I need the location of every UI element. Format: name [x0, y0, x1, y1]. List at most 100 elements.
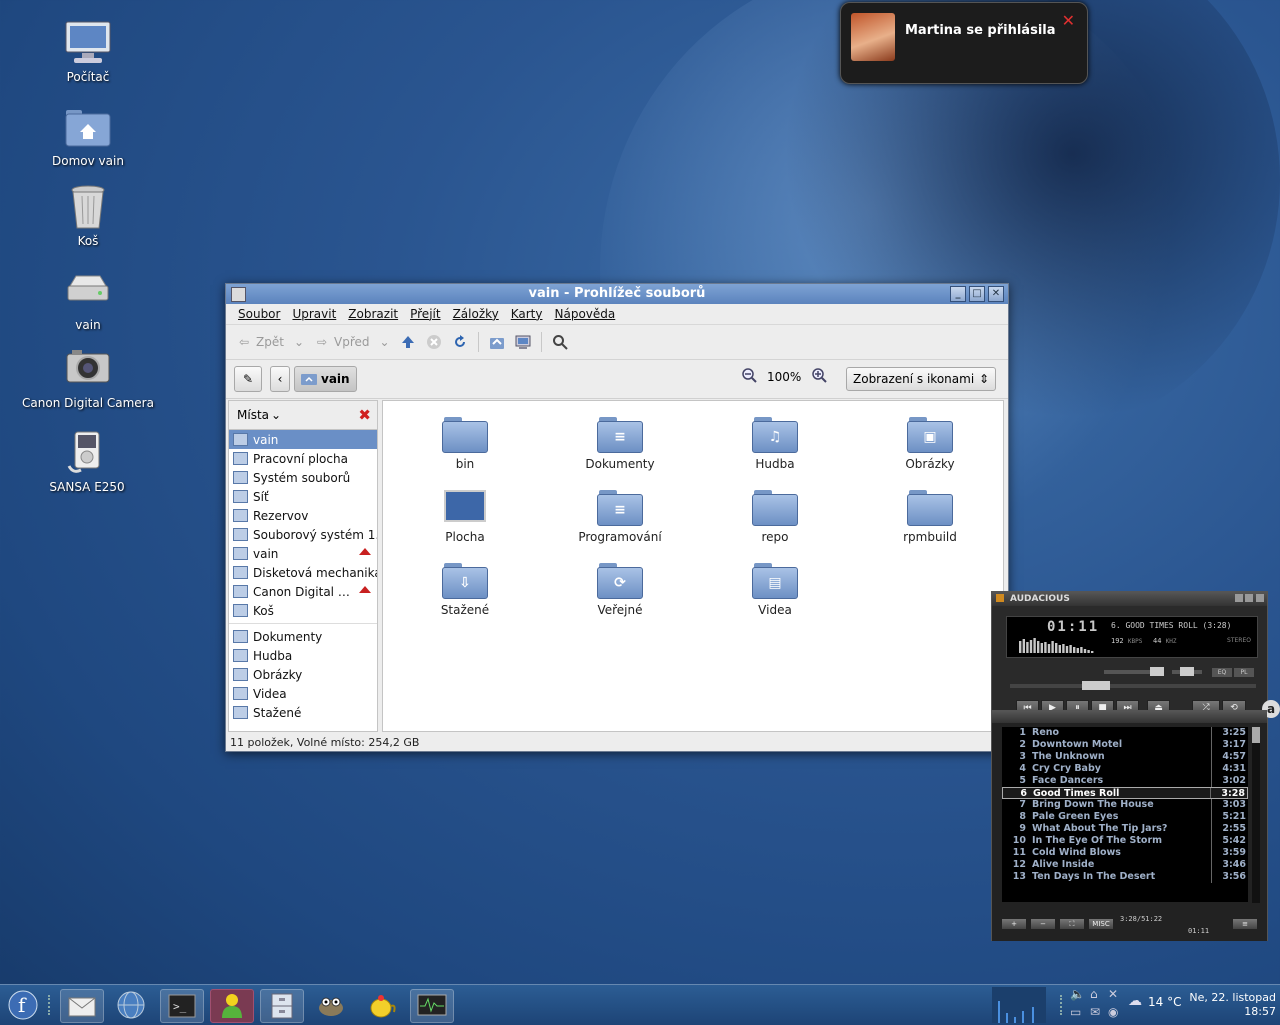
add-button[interactable]: +: [1002, 919, 1026, 929]
sidebar-item[interactable]: Obrázky: [229, 665, 377, 684]
playback-time[interactable]: 01:11: [1047, 619, 1099, 635]
chevron-down-icon[interactable]: ⌄: [271, 408, 281, 422]
playlist-titlebar[interactable]: [992, 711, 1267, 723]
sidebar-type-select[interactable]: Místa: [237, 408, 269, 422]
playlist-toggle[interactable]: PL: [1234, 668, 1254, 677]
misc-button[interactable]: MISC: [1089, 919, 1113, 929]
reload-button[interactable]: [452, 334, 468, 350]
messenger-launcher[interactable]: [210, 989, 254, 1023]
edit-location-button[interactable]: ✎: [234, 366, 262, 392]
sidebar-item[interactable]: Pracovní plocha: [229, 449, 377, 468]
sidebar-item[interactable]: Hudba: [229, 646, 377, 665]
audacious-minimize-button[interactable]: [1235, 594, 1243, 602]
system-monitor-launcher[interactable]: [410, 989, 454, 1023]
close-sidebar-icon[interactable]: ✖: [358, 406, 371, 424]
playlist-track[interactable]: 8 Pale Green Eyes 5:21: [1002, 811, 1248, 823]
eq-toggle[interactable]: EQ: [1212, 668, 1232, 677]
volume-slider[interactable]: [1104, 667, 1164, 676]
playlist-track[interactable]: 5 Face Dancers 3:02: [1002, 775, 1248, 787]
tools-icon[interactable]: ✕: [1108, 987, 1118, 1001]
minimize-button[interactable]: _: [950, 286, 966, 302]
playlist-track[interactable]: 4 Cry Cry Baby 4:31: [1002, 763, 1248, 775]
menu-karty[interactable]: Karty: [505, 307, 549, 321]
folder-item[interactable]: ⟳ Veřejné: [550, 561, 690, 617]
menu-soubor[interactable]: Soubor: [232, 307, 286, 321]
search-button[interactable]: [552, 334, 568, 350]
volume-icon[interactable]: 🔈: [1070, 987, 1085, 1001]
mail-launcher[interactable]: [60, 989, 104, 1023]
folder-item[interactable]: Plocha: [395, 488, 535, 544]
taskbar-handle[interactable]: [48, 995, 52, 1015]
folder-item[interactable]: ⇩ Stažené: [395, 561, 535, 617]
window-titlebar[interactable]: vain - Prohlížeč souborů _ □ ✕: [226, 284, 1008, 304]
chevron-down-icon[interactable]: ⌄: [380, 335, 390, 349]
playlist-track[interactable]: 12 Alive Inside 3:46: [1002, 859, 1248, 871]
playlist-track[interactable]: 11 Cold Wind Blows 3:59: [1002, 847, 1248, 859]
display-icon[interactable]: ▭: [1070, 1005, 1081, 1019]
breadcrumb[interactable]: vain: [294, 366, 357, 392]
folder-item[interactable]: ▣ Obrázky: [860, 415, 1000, 471]
audacious-menu-icon[interactable]: [996, 594, 1004, 602]
playlist-track[interactable]: 6 Good Times Roll 3:28: [1002, 787, 1248, 799]
sidebar-item[interactable]: Disketová mechanika: [229, 563, 377, 582]
clock[interactable]: Ne, 22. listopad 18:57: [1189, 991, 1276, 1019]
playlist-track[interactable]: 7 Bring Down The House 3:03: [1002, 799, 1248, 811]
audacious-shade-button[interactable]: [1245, 594, 1253, 602]
forward-button[interactable]: ⇨ Vpřed: [314, 334, 370, 350]
path-back-button[interactable]: ‹: [270, 366, 290, 392]
eject-icon[interactable]: [359, 548, 371, 555]
folder-item[interactable]: repo: [705, 488, 845, 544]
folder-item[interactable]: ♫ Hudba: [705, 415, 845, 471]
close-button[interactable]: ✕: [988, 286, 1004, 302]
menu-upravit[interactable]: Upravit: [286, 307, 342, 321]
sidebar-item[interactable]: Koš: [229, 601, 377, 620]
fedora-menu-button[interactable]: f: [2, 989, 44, 1021]
sidebar-item[interactable]: Stažené: [229, 703, 377, 722]
folder-item[interactable]: ≡ Dokumenty: [550, 415, 690, 471]
playlist-track[interactable]: 10 In The Eye Of The Storm 5:42: [1002, 835, 1248, 847]
sidebar-item[interactable]: Síť: [229, 487, 377, 506]
select-button[interactable]: ⛶: [1060, 919, 1084, 929]
zoom-out-icon[interactable]: [741, 367, 757, 386]
playlist-track[interactable]: 9 What About The Tip Jars? 2:55: [1002, 823, 1248, 835]
desktop-icon-computer[interactable]: Počítač: [13, 20, 163, 84]
sidebar-item[interactable]: Videa: [229, 684, 377, 703]
tray-handle[interactable]: [1060, 995, 1064, 1015]
zoom-in-icon[interactable]: [811, 367, 828, 386]
folder-item[interactable]: ≡ Programování: [550, 488, 690, 544]
view-mode-select[interactable]: Zobrazení s ikonami ⇕: [846, 367, 996, 391]
desktop-icon-sansa[interactable]: SANSA E250: [12, 430, 162, 494]
playlist-track[interactable]: 13 Ten Days In The Desert 3:56: [1002, 871, 1248, 883]
audacious-titlebar[interactable]: AUDACIOUS: [992, 592, 1267, 606]
sidebar-item[interactable]: Canon Digital …: [229, 582, 377, 601]
sidebar-item[interactable]: vain: [229, 544, 377, 563]
folder-item[interactable]: bin: [395, 415, 535, 471]
cpu-graph[interactable]: [992, 987, 1046, 1023]
list-button[interactable]: ≡: [1233, 919, 1257, 929]
file-manager-launcher[interactable]: [260, 989, 304, 1023]
network-icon[interactable]: ⌂: [1090, 987, 1098, 1001]
back-button[interactable]: ⇦ Zpět: [236, 334, 284, 350]
gimp-launcher[interactable]: [310, 989, 352, 1021]
menu-napoveda[interactable]: Nápověda: [549, 307, 622, 321]
maximize-button[interactable]: □: [969, 286, 985, 302]
sidebar-item[interactable]: Systém souborů: [229, 468, 377, 487]
desktop-icon-home[interactable]: Domov vain: [13, 104, 163, 168]
playlist-track[interactable]: 2 Downtown Motel 3:17: [1002, 739, 1248, 751]
playlist-track[interactable]: 1 Reno 3:25: [1002, 727, 1248, 739]
desktop-icon-camera[interactable]: Canon Digital Camera: [13, 346, 163, 410]
mail-tray-icon[interactable]: ✉: [1090, 1005, 1100, 1019]
media-tray-icon[interactable]: ◉: [1108, 1005, 1118, 1019]
seek-bar[interactable]: [1010, 681, 1256, 690]
computer-button[interactable]: [515, 334, 531, 350]
balance-slider[interactable]: [1172, 667, 1202, 676]
menu-zalozky[interactable]: Záložky: [447, 307, 505, 321]
sidebar-item[interactable]: Rezervov: [229, 506, 377, 525]
playlist-track[interactable]: 3 The Unknown 4:57: [1002, 751, 1248, 763]
chevron-down-icon[interactable]: ⌄: [294, 335, 304, 349]
folder-item[interactable]: rpmbuild: [860, 488, 1000, 544]
browser-launcher[interactable]: [110, 989, 152, 1021]
close-icon[interactable]: ✕: [1062, 11, 1075, 30]
terminal-launcher[interactable]: >_: [160, 989, 204, 1023]
package-manager-launcher[interactable]: [360, 989, 402, 1021]
